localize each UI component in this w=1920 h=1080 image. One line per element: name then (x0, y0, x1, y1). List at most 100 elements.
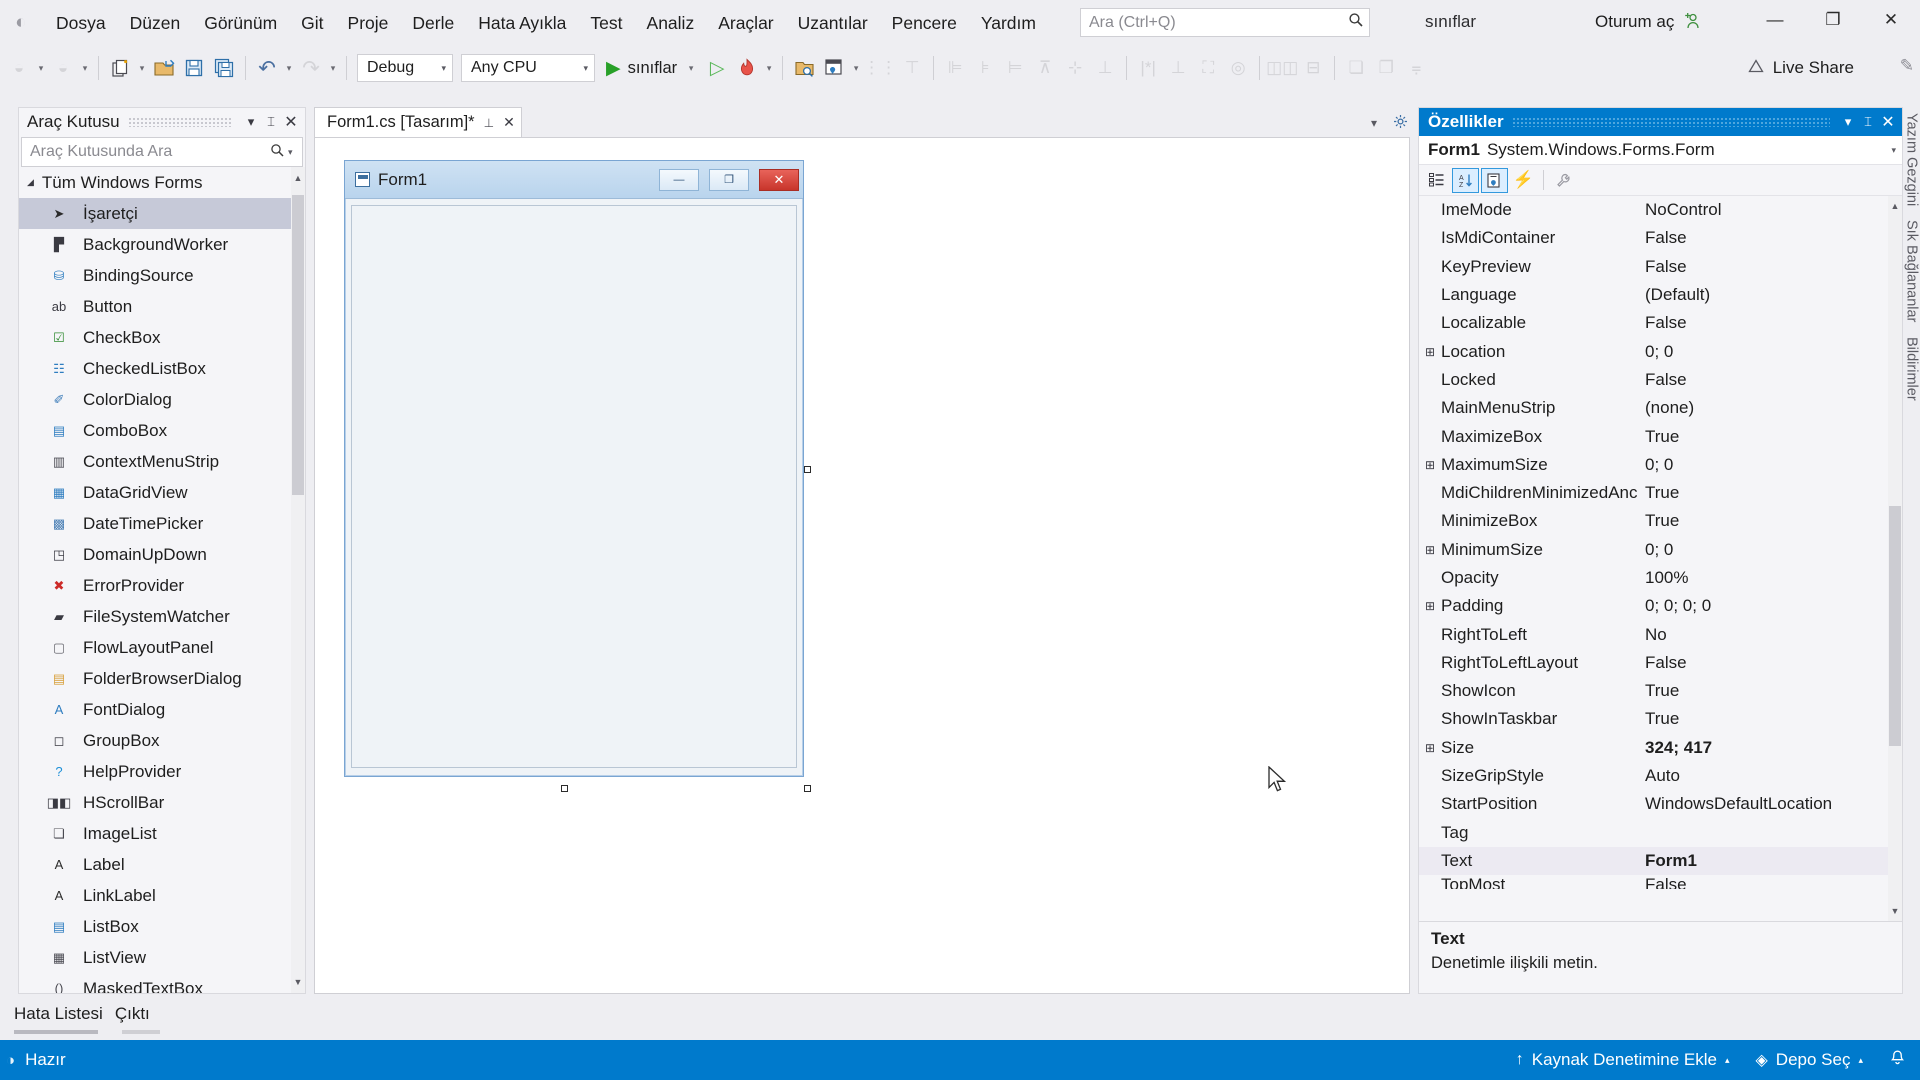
horizontal-spacing-icon[interactable]: ◫◫ (1266, 51, 1298, 85)
solution-platform-select[interactable]: Any CPU ▾ (461, 54, 595, 82)
solution-configuration-select[interactable]: Debug ▾ (357, 54, 453, 82)
property-value[interactable]: False (1637, 875, 1902, 889)
align-centers-icon[interactable]: ⊧ (970, 51, 1000, 85)
property-row[interactable]: KeyPreview False (1419, 253, 1902, 281)
live-share-button[interactable]: Live Share (1740, 54, 1862, 82)
property-row[interactable]: Localizable False (1419, 309, 1902, 337)
property-value[interactable]: 0; 0 (1637, 342, 1902, 362)
property-value[interactable]: False (1637, 228, 1902, 248)
navigate-forward-caret-icon[interactable]: ▾ (78, 63, 92, 74)
chevron-down-icon[interactable]: ▾ (1891, 145, 1896, 156)
pin-icon[interactable]: ⌶ (261, 114, 281, 130)
new-project-caret-icon[interactable]: ▾ (135, 63, 149, 74)
save-all-icon[interactable] (209, 51, 239, 85)
design-form[interactable]: Form1 — ❐ ✕ (344, 160, 804, 777)
properties-button[interactable] (1481, 167, 1508, 193)
menu-item-test[interactable]: Test (578, 8, 634, 38)
property-row[interactable]: StartPosition WindowsDefaultLocation (1419, 790, 1902, 818)
resize-handle-bottom-right[interactable] (804, 785, 811, 792)
quick-launch-search[interactable] (1080, 8, 1370, 37)
sign-in-button[interactable]: Oturum aç (1595, 11, 1701, 33)
gear-icon[interactable] (1393, 114, 1408, 132)
toolbox-item[interactable]: ▤ ListBox (19, 911, 305, 942)
toolbox-item[interactable]: ◨◧ HScrollBar (19, 787, 305, 818)
alphabetical-button[interactable]: A Z (1452, 167, 1479, 193)
menu-item-analiz[interactable]: Analiz (635, 8, 707, 38)
property-row[interactable]: ⊞ Size 324; 417 (1419, 734, 1902, 762)
send-to-back-icon[interactable]: ❐ (1371, 51, 1401, 85)
property-row[interactable]: RightToLeft No (1419, 620, 1902, 648)
design-form-client-area[interactable] (351, 205, 797, 768)
toolbox-item[interactable]: ✐ ColorDialog (19, 384, 305, 415)
tab-output[interactable]: Çıktı (115, 1000, 162, 1028)
toolbar-overflow-icon[interactable]: ⩦ (1401, 51, 1431, 85)
toolbox-search[interactable]: ▾ (21, 137, 303, 167)
expander-icon[interactable]: ⊞ (1419, 599, 1441, 613)
start-debugging-button[interactable]: ▶ sınıflar ▾ (599, 52, 702, 84)
property-value[interactable]: True (1637, 427, 1902, 447)
properties-window-icon[interactable] (819, 51, 849, 85)
redo-caret-icon[interactable]: ▾ (326, 63, 340, 74)
toolbox-item[interactable]: ☷ CheckedListBox (19, 353, 305, 384)
vertical-tab-solution-explorer[interactable]: Yazım Gezgini (1904, 113, 1920, 206)
property-row[interactable]: MaximizeBox True (1419, 422, 1902, 450)
vertical-tab-frequent[interactable]: Sık Bağlananlar (1904, 220, 1920, 322)
navigate-backward-caret-icon[interactable]: ▾ (34, 63, 48, 74)
property-value[interactable]: True (1637, 511, 1902, 531)
menu-item-araclar[interactable]: Araçlar (706, 8, 785, 38)
property-value[interactable]: 0; 0; 0; 0 (1637, 596, 1902, 616)
property-row[interactable]: Text Form1 (1419, 846, 1902, 876)
vertical-tab-notifications[interactable]: Bildirimler (1904, 337, 1920, 401)
toolbox-item[interactable]: A LinkLabel (19, 880, 305, 911)
toolbox-scrollbar[interactable]: ▲ ▼ (291, 167, 305, 993)
navigate-forward-icon[interactable]: ◒ (48, 51, 78, 85)
property-row[interactable]: MainMenuStrip (none) (1419, 394, 1902, 422)
notifications-button[interactable] (1889, 1049, 1906, 1072)
property-row[interactable]: Opacity 100% (1419, 564, 1902, 592)
scrollbar-thumb[interactable] (292, 195, 304, 495)
toolbox-item[interactable]: ➤ İşaretçi (19, 198, 305, 229)
navigate-backward-icon[interactable]: ◒ (4, 51, 34, 85)
solution-explorer-search-icon[interactable] (789, 51, 819, 85)
property-value[interactable]: 0; 0 (1637, 540, 1902, 560)
toolbox-item[interactable]: () MaskedTextBox (19, 973, 305, 994)
properties-object-selector[interactable]: Form1 System.Windows.Forms.Form ▾ (1419, 136, 1902, 165)
select-repository-button[interactable]: ◈ Depo Seç ▴ (1755, 1050, 1863, 1070)
align-tops-icon[interactable]: ⊼ (1030, 51, 1060, 85)
toolbox-item[interactable]: ▦ ListView (19, 942, 305, 973)
menu-item-hata-ayikla[interactable]: Hata Ayıkla (466, 8, 578, 38)
toolbox-item[interactable]: ▰ FileSystemWatcher (19, 601, 305, 632)
property-row[interactable]: Tag (1419, 819, 1902, 847)
tab-error-list[interactable]: Hata Listesi (14, 1000, 115, 1028)
minimize-button[interactable]: — (1746, 0, 1804, 40)
chevron-down-icon[interactable]: ▾ (1838, 114, 1858, 130)
menu-item-yardim[interactable]: Yardım (969, 8, 1048, 38)
properties-scrollbar[interactable]: ▲ ▼ (1888, 196, 1902, 921)
expander-icon[interactable]: ⊞ (1419, 741, 1441, 755)
menu-item-derle[interactable]: Derle (400, 8, 466, 38)
drag-handle[interactable] (1511, 117, 1830, 127)
undo-caret-icon[interactable]: ▾ (282, 63, 296, 74)
property-value[interactable]: 0; 0 (1637, 455, 1902, 475)
property-row[interactable]: RightToLeftLayout False (1419, 649, 1902, 677)
tab-order-icon[interactable]: ⊤ (897, 51, 927, 85)
chevron-down-icon[interactable]: ▾ (288, 147, 302, 158)
properties-grid[interactable]: ImeMode NoControl IsMdiContainer False KeyPr… (1419, 196, 1902, 921)
toolbox-item[interactable]: ▤ FolderBrowserDialog (19, 663, 305, 694)
categorized-button[interactable] (1423, 168, 1450, 193)
resize-handle-middle-right[interactable] (804, 466, 811, 473)
open-file-icon[interactable] (149, 51, 179, 85)
scroll-up-icon[interactable]: ▲ (1889, 198, 1901, 214)
property-row[interactable]: ImeMode NoControl (1419, 196, 1902, 224)
scroll-down-icon[interactable]: ▼ (292, 973, 304, 991)
property-row[interactable]: MinimizeBox True (1419, 507, 1902, 535)
toolbox-item[interactable]: A Label (19, 849, 305, 880)
add-to-source-control-button[interactable]: ↑ Kaynak Denetimine Ekle ▴ (1516, 1050, 1730, 1070)
align-bottoms-icon[interactable]: ⊥ (1090, 51, 1120, 85)
close-icon[interactable]: ✕ (1878, 112, 1898, 132)
expander-icon[interactable]: ⊞ (1419, 458, 1441, 472)
toolbox-item[interactable]: ▤ ComboBox (19, 415, 305, 446)
property-row[interactable]: ⊞ MaximumSize 0; 0 (1419, 451, 1902, 479)
property-value[interactable]: True (1637, 709, 1902, 729)
vertical-spacing-icon[interactable]: ⊟ (1298, 51, 1328, 85)
